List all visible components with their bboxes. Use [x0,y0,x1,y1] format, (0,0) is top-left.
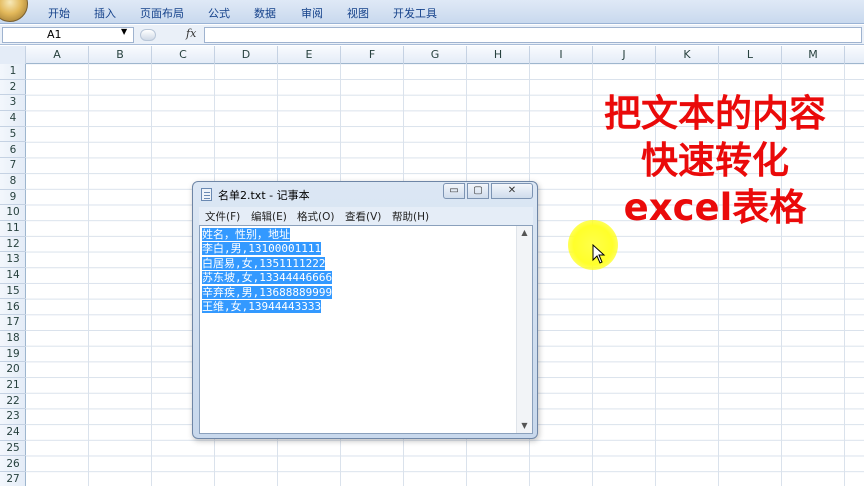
selected-text: 苏东坡,女,13344446666 [202,271,333,285]
formula-buttons: fx [136,27,202,43]
row-header[interactable]: 1 [0,64,26,80]
selected-text: 辛弃疾,男,13688889999 [202,285,333,299]
row-header[interactable]: 10 [0,205,26,221]
selected-text: 白居易,女,1351111222 [202,256,326,270]
column-header[interactable]: M [782,46,845,64]
text-line: 辛弃疾,男,13688889999 [202,285,333,300]
overlay-caption: 把文本的内容 快速转化 excel表格 [570,90,860,231]
column-header[interactable]: I [530,46,593,64]
row-header[interactable]: 20 [0,362,26,378]
scroll-up-icon[interactable]: ▲ [517,226,532,240]
select-all-corner[interactable] [0,46,26,64]
tab-developer[interactable]: 开发工具 [393,5,437,21]
overlay-line: 把文本的内容 [604,92,826,135]
row-header[interactable]: 17 [0,315,26,331]
row-header[interactable]: 4 [0,111,26,127]
column-header[interactable]: B [89,46,152,64]
selected-text: 李白,男,13100001111 [202,242,322,256]
tab-home[interactable]: 开始 [48,5,70,21]
column-header[interactable]: E [278,46,341,64]
text-lines: 姓名，性别，地址 李白,男,13100001111 白居易,女,13511112… [202,228,333,314]
column-header-bar: ABCDEFGHIJKLM [0,46,864,64]
row-header[interactable]: 2 [0,80,26,96]
text-line: 姓名，性别，地址 [202,228,332,242]
row-header[interactable]: 9 [0,190,26,206]
formula-bar: A1 ▼ fx [0,25,864,45]
row-header[interactable]: 27 [0,472,26,486]
row-header[interactable]: 19 [0,347,26,363]
tab-review[interactable]: 审阅 [301,5,323,21]
chevron-down-icon[interactable]: ▼ [121,27,127,36]
row-header[interactable]: 3 [0,95,26,112]
vertical-scrollbar[interactable]: ▲ ▼ [516,226,532,433]
selected-text: 王维,女,13944443333 [202,299,322,313]
menu-edit[interactable]: 编辑(E) [251,209,287,224]
row-header[interactable]: 5 [0,127,26,143]
cancel-icon[interactable] [140,29,156,41]
row-header[interactable]: 22 [0,394,26,410]
overlay-line: 快速转化 [641,139,789,182]
menu-view[interactable]: 查看(V) [345,209,381,224]
column-header[interactable]: D [215,46,278,64]
row-header[interactable]: 8 [0,174,26,190]
column-header[interactable]: G [404,46,467,64]
close-button[interactable]: ✕ [491,183,533,199]
text-line: 白居易,女,1351111222 [202,256,332,271]
row-header[interactable]: 23 [0,409,26,426]
mouse-pointer-icon [592,244,606,264]
column-header[interactable]: K [656,46,719,64]
menu-format[interactable]: 格式(O) [297,209,334,224]
maximize-button[interactable]: ▢ [467,183,489,199]
column-header[interactable]: L [719,46,782,64]
row-header[interactable]: 18 [0,331,26,347]
tab-formulas[interactable]: 公式 [208,5,230,21]
row-header[interactable]: 11 [0,221,26,237]
overlay-line: excel表格 [623,186,807,229]
minimize-button[interactable]: ▭ [443,183,465,199]
menu-bar: 文件(F) 编辑(E) 格式(O) 查看(V) 帮助(H) [199,207,533,225]
notepad-icon [201,188,212,201]
formula-input[interactable] [204,27,862,43]
row-header[interactable]: 26 [0,457,26,473]
tab-insert[interactable]: 插入 [94,5,116,21]
text-line: 苏东坡,女,13344446666 [202,271,333,285]
selected-text: 姓名，性别，地址 [202,228,290,241]
text-line: 李白,男,13100001111 [202,242,332,256]
row-header[interactable]: 25 [0,441,26,457]
fx-icon[interactable]: fx [186,27,196,40]
column-header[interactable]: A [26,46,89,64]
row-header[interactable]: 16 [0,300,26,316]
scroll-down-icon[interactable]: ▼ [517,419,532,433]
menu-help[interactable]: 帮助(H) [392,209,429,224]
office-logo-icon[interactable] [0,0,28,22]
tab-view[interactable]: 视图 [347,5,369,21]
notepad-window: 名单2.txt - 记事本 ▭ ▢ ✕ 文件(F) 编辑(E) 格式(O) 查看… [192,181,538,439]
text-editor-area[interactable]: 姓名，性别，地址 李白,男,13100001111 白居易,女,13511112… [199,225,533,434]
column-header[interactable]: C [152,46,215,64]
column-header[interactable]: J [593,46,656,64]
column-header[interactable]: F [341,46,404,64]
window-title: 名单2.txt - 记事本 [218,189,310,202]
column-header[interactable]: H [467,46,530,64]
row-header[interactable]: 12 [0,237,26,253]
row-header[interactable]: 24 [0,425,26,441]
tab-page-layout[interactable]: 页面布局 [140,5,184,21]
menu-file[interactable]: 文件(F) [205,209,240,224]
tab-data[interactable]: 数据 [254,5,276,21]
row-header[interactable]: 13 [0,252,26,269]
row-header[interactable]: 21 [0,378,26,394]
ribbon-tab-bar: 开始 插入 页面布局 公式 数据 审阅 视图 开发工具 [0,0,864,24]
text-line: 王维,女,13944443333 [202,299,332,314]
row-header[interactable]: 14 [0,268,26,284]
row-header[interactable]: 7 [0,158,26,174]
row-header[interactable]: 15 [0,284,26,300]
row-header[interactable]: 6 [0,143,26,159]
name-box[interactable]: A1 [2,27,134,43]
row-header-bar: 1 2 3 4 5 6 7 8 9 10 11 12 13 14 15 16 17 18 19 20 21 22 23 24 2… [0,64,26,486]
